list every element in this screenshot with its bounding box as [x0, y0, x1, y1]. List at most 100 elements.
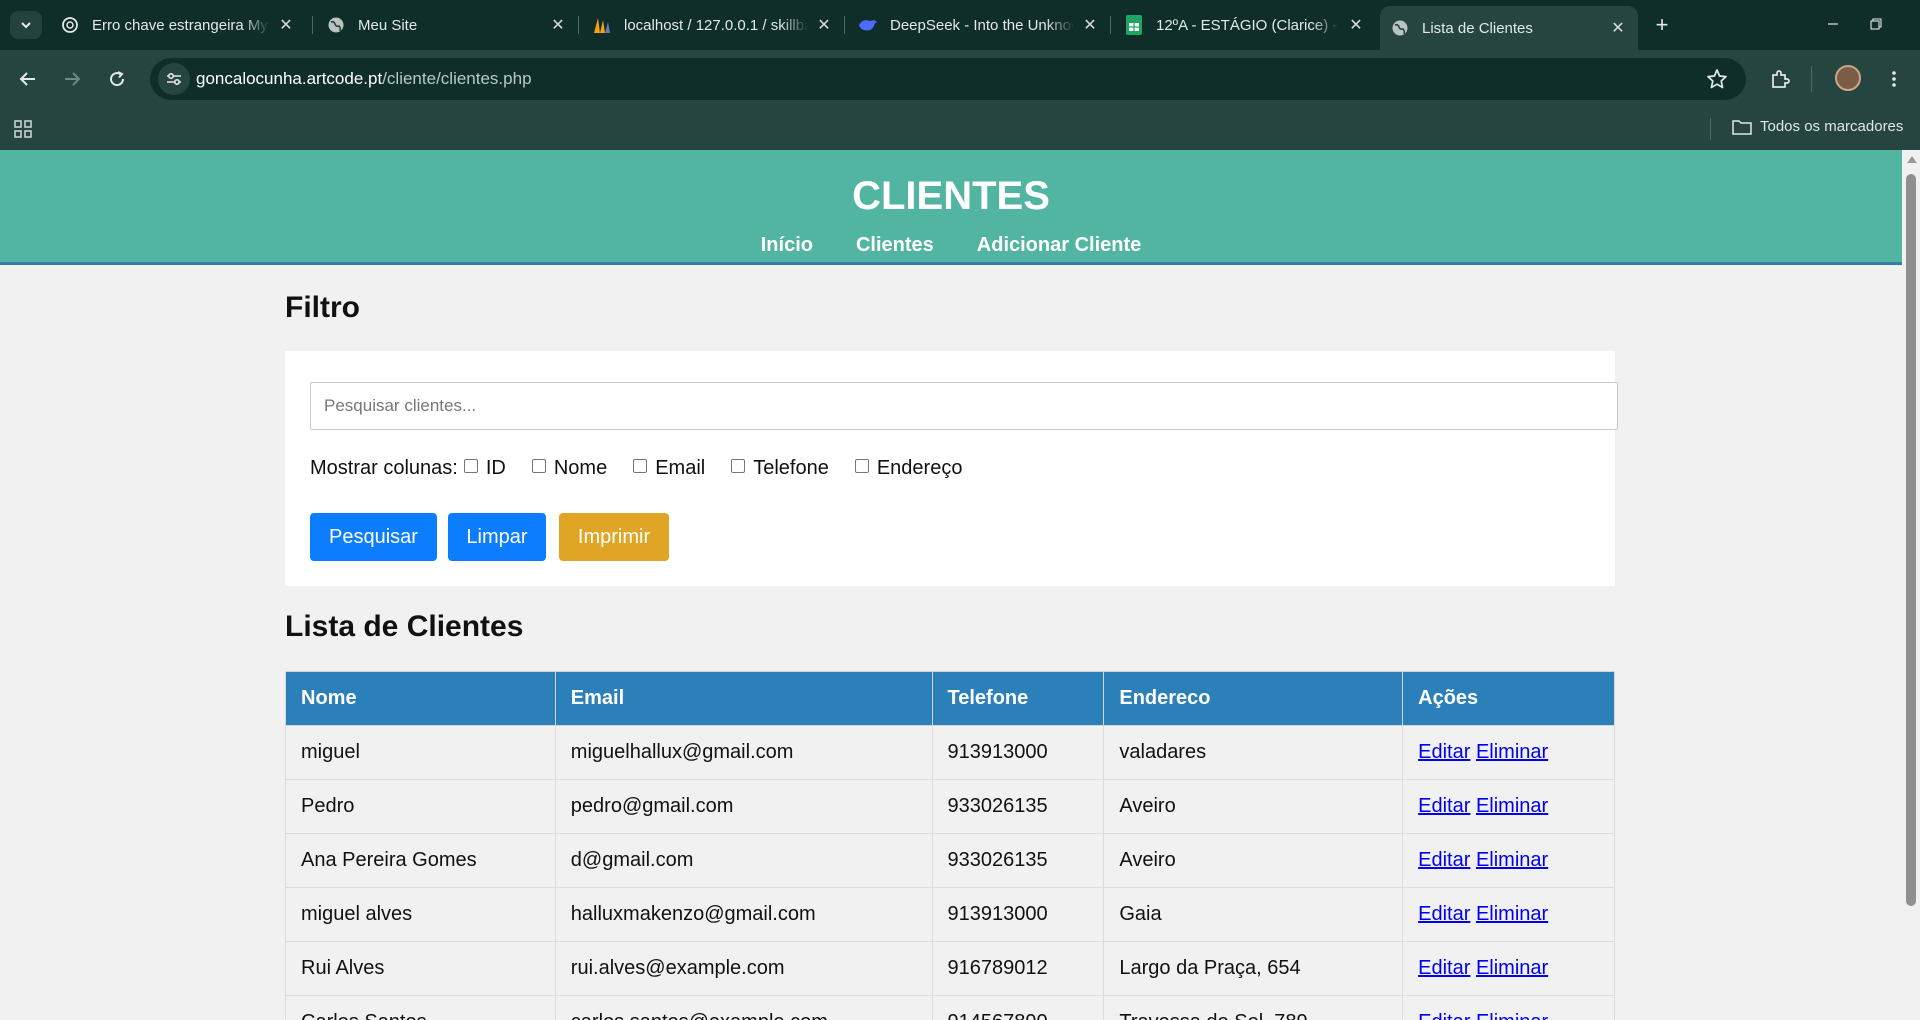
- forward-button[interactable]: [56, 63, 88, 95]
- page-viewport: CLIENTES Início Clientes Adicionar Clien…: [0, 150, 1920, 1020]
- all-bookmarks-button[interactable]: Todos os marcadores: [1732, 118, 1903, 135]
- folder-icon: [1732, 119, 1752, 135]
- cell-email: miguelhallux@gmail.com: [554, 725, 933, 780]
- checkbox-id[interactable]: [463, 458, 478, 473]
- browser-toolbar: goncalocunha.artcode.pt/cliente/clientes…: [0, 50, 1920, 108]
- cell-acoes: Editar Eliminar: [1402, 779, 1615, 834]
- cell-acoes: Editar Eliminar: [1402, 995, 1615, 1020]
- cell-email: d@gmail.com: [554, 833, 933, 888]
- nav-link-inicio[interactable]: Início: [761, 234, 813, 257]
- close-icon[interactable]: ✕: [1608, 18, 1628, 38]
- url-host: goncalocunha.artcode.pt: [196, 69, 383, 88]
- edit-link[interactable]: Editar: [1418, 1011, 1470, 1020]
- filter-heading: Filtro: [285, 291, 360, 324]
- scrollbar-thumb[interactable]: [1906, 174, 1916, 906]
- minimize-button[interactable]: [1810, 10, 1856, 38]
- new-tab-button[interactable]: +: [1648, 12, 1676, 37]
- column-header-nome: Nome: [285, 671, 556, 726]
- profile-avatar[interactable]: [1835, 65, 1861, 91]
- checkbox-email[interactable]: [633, 458, 648, 473]
- tab-3[interactable]: DeepSeek - Into the Unknown ✕: [848, 7, 1110, 43]
- chevron-down-icon: [21, 22, 31, 29]
- reload-icon: [110, 71, 125, 87]
- checkbox-endereco[interactable]: [854, 458, 869, 473]
- phpmyadmin-icon: [592, 15, 612, 35]
- tab-search-button[interactable]: [10, 11, 42, 39]
- checkbox-nome[interactable]: [531, 458, 546, 473]
- close-icon[interactable]: ✕: [276, 15, 296, 35]
- checkbox-label: Email: [655, 457, 706, 479]
- tab-title: localhost / 127.0.0.1 / skillbase: [624, 16, 808, 34]
- cell-telefone: 916789012: [931, 941, 1105, 996]
- print-button[interactable]: Imprimir: [559, 513, 669, 561]
- close-icon[interactable]: ✕: [548, 15, 568, 35]
- cell-acoes: Editar Eliminar: [1402, 725, 1615, 780]
- cell-telefone: 914567890: [931, 995, 1105, 1020]
- menu-button[interactable]: [1878, 63, 1910, 95]
- back-button[interactable]: [12, 63, 44, 95]
- cell-endereco: Travessa do Sol, 789: [1103, 995, 1404, 1020]
- table-row: Pedro pedro@gmail.com 933026135 Aveiro E…: [285, 779, 1615, 834]
- page-scrollbar[interactable]: [1902, 150, 1920, 1020]
- deepseek-icon: [858, 15, 878, 35]
- star-icon[interactable]: [1706, 68, 1728, 90]
- sheets-icon: [1124, 15, 1144, 35]
- table-body: miguel miguelhallux@gmail.com 913913000 …: [285, 725, 1615, 1020]
- delete-link[interactable]: Eliminar: [1476, 849, 1548, 871]
- search-input[interactable]: [310, 382, 1618, 430]
- cell-email: pedro@gmail.com: [554, 779, 933, 834]
- more-vertical-icon: [1892, 71, 1896, 87]
- globe-icon: [326, 15, 346, 35]
- reload-button[interactable]: [101, 63, 133, 95]
- edit-link[interactable]: Editar: [1418, 849, 1470, 871]
- minimize-icon: [1828, 23, 1838, 25]
- cell-endereco: valadares: [1103, 725, 1404, 780]
- cell-telefone: 933026135: [931, 833, 1105, 888]
- site-info-button[interactable]: [158, 63, 190, 95]
- search-button[interactable]: Pesquisar: [310, 513, 437, 561]
- table-header-row: Nome Email Telefone Endereco Ações: [285, 671, 1615, 726]
- table-row: miguel alves halluxmakenzo@gmail.com 913…: [285, 887, 1615, 942]
- cell-nome: miguel: [285, 725, 556, 780]
- edit-link[interactable]: Editar: [1418, 741, 1470, 763]
- edit-link[interactable]: Editar: [1418, 903, 1470, 925]
- clear-button[interactable]: Limpar: [448, 513, 546, 561]
- restore-button[interactable]: [1856, 10, 1896, 38]
- delete-link[interactable]: Eliminar: [1476, 741, 1548, 763]
- delete-link[interactable]: Eliminar: [1476, 1011, 1548, 1020]
- site-title: CLIENTES: [852, 174, 1050, 218]
- delete-link[interactable]: Eliminar: [1476, 795, 1548, 817]
- checkbox-label: Telefone: [753, 457, 829, 479]
- close-icon[interactable]: ✕: [1080, 15, 1100, 35]
- client-list-heading: Lista de Clientes: [285, 610, 524, 643]
- delete-link[interactable]: Eliminar: [1476, 903, 1548, 925]
- edit-link[interactable]: Editar: [1418, 957, 1470, 979]
- tab-0[interactable]: Erro chave estrangeira MySQL ✕: [50, 7, 306, 43]
- cell-acoes: Editar Eliminar: [1402, 887, 1615, 942]
- tune-icon: [167, 72, 181, 86]
- url-path: /cliente/clientes.php: [382, 69, 532, 88]
- address-bar[interactable]: goncalocunha.artcode.pt/cliente/clientes…: [150, 58, 1746, 100]
- nav-link-clientes[interactable]: Clientes: [856, 234, 934, 257]
- cell-email: halluxmakenzo@gmail.com: [554, 887, 933, 942]
- close-icon[interactable]: ✕: [814, 15, 834, 35]
- checkbox-telefone[interactable]: [731, 458, 746, 473]
- tab-5-active[interactable]: Lista de Clientes ✕: [1380, 6, 1638, 50]
- apps-grid-icon[interactable]: [12, 117, 36, 141]
- cell-endereco: Aveiro: [1103, 833, 1404, 888]
- checkbox-label: ID: [485, 457, 506, 479]
- delete-link[interactable]: Eliminar: [1476, 957, 1548, 979]
- edit-link[interactable]: Editar: [1418, 795, 1470, 817]
- extensions-button[interactable]: [1764, 63, 1796, 95]
- tab-2[interactable]: localhost / 127.0.0.1 / skillbase ✕: [582, 7, 844, 43]
- close-icon[interactable]: ✕: [1346, 15, 1366, 35]
- scroll-up-arrow-icon[interactable]: [1907, 156, 1917, 163]
- nav-link-adicionar-cliente[interactable]: Adicionar Cliente: [977, 234, 1141, 257]
- cell-nome: Pedro: [285, 779, 556, 834]
- tab-1[interactable]: Meu Site ✕: [316, 7, 578, 43]
- tab-4[interactable]: 12ºA - ESTÁGIO (Clarice) - Google Sheets…: [1114, 7, 1376, 43]
- column-header-telefone: Telefone: [931, 671, 1105, 726]
- cell-nome: Carlos Santos: [285, 995, 556, 1020]
- all-bookmarks-label: Todos os marcadores: [1760, 118, 1904, 135]
- column-header-endereco: Endereco: [1103, 671, 1404, 726]
